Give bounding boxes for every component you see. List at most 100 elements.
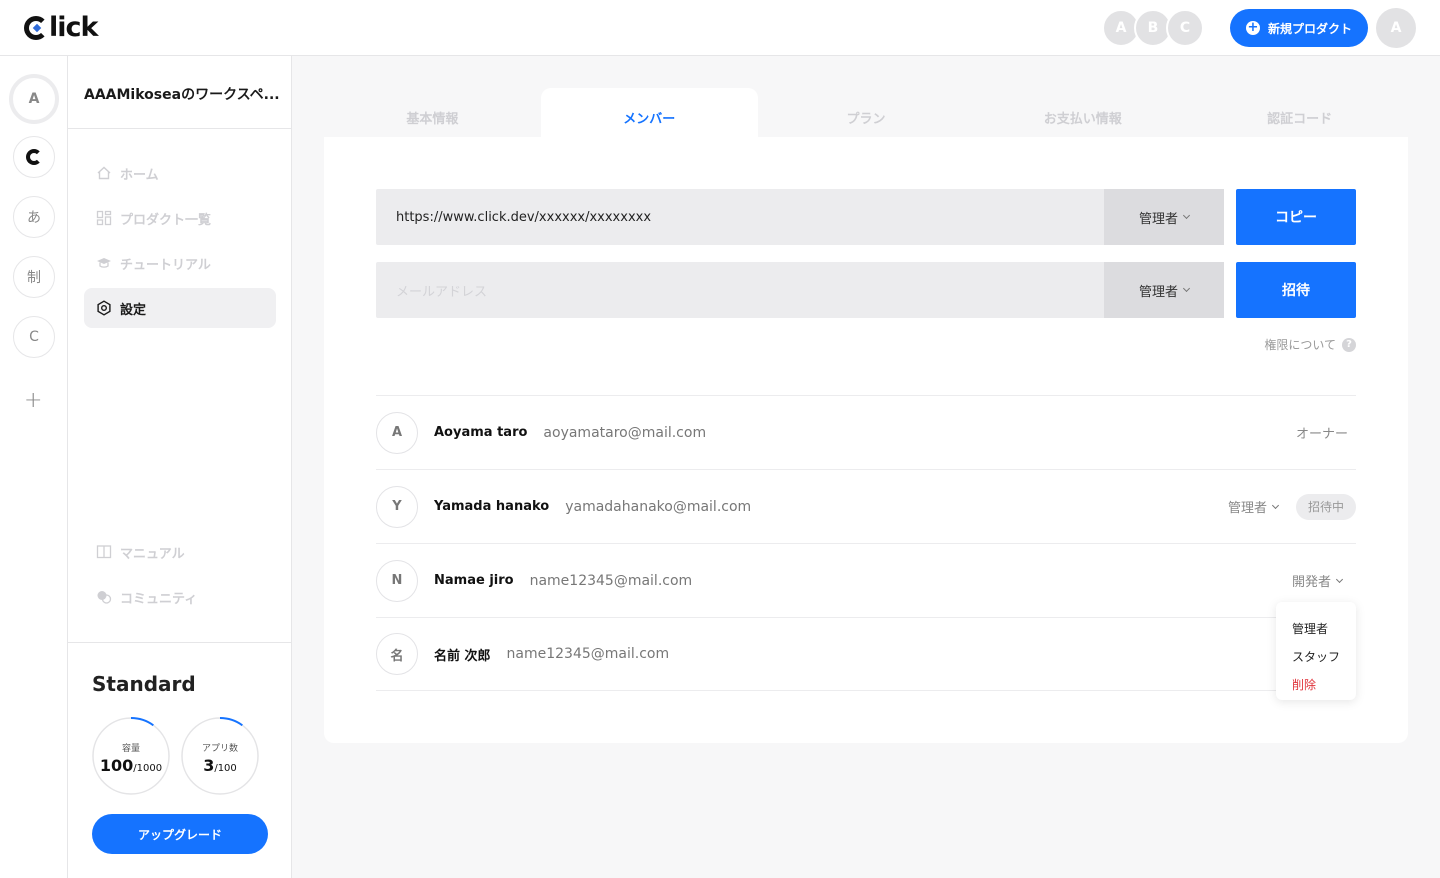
graduation-cap-icon	[96, 255, 112, 271]
member-row: Y Yamada hanako yamadahanako@mail.com 管理…	[376, 469, 1356, 543]
member-name: Yamada hanako	[434, 499, 550, 514]
tab-payment[interactable]: お支払い情報	[974, 88, 1191, 138]
chevron-down-icon	[1182, 284, 1191, 293]
nav-item-tutorial[interactable]: チュートリアル	[84, 243, 276, 283]
presence-avatar: C	[1166, 9, 1204, 47]
new-product-button[interactable]: + 新規プロダクト	[1230, 9, 1368, 47]
workspace-switch-a-hiragana[interactable]: あ	[13, 196, 55, 238]
nav-label: 設定	[120, 302, 147, 318]
email-role-value: 管理者	[1138, 284, 1178, 300]
member-name: 名前 次郎	[434, 648, 491, 664]
nav-label: ホーム	[120, 167, 159, 183]
invite-button[interactable]: 招待	[1236, 262, 1356, 318]
tab-basic-info[interactable]: 基本情報	[324, 88, 541, 138]
chevron-down-icon	[1271, 501, 1280, 509]
email-input[interactable]: メールアドレス	[376, 281, 1104, 300]
apps-value: 3/100	[180, 756, 260, 775]
email-invite-field: メールアドレス 管理者	[376, 262, 1224, 318]
menu-item-delete[interactable]: 削除	[1276, 670, 1356, 698]
storage-max: /1000	[133, 763, 163, 774]
grid-icon	[96, 210, 112, 226]
logo-text: lick	[49, 12, 98, 43]
tab-members[interactable]: メンバー	[540, 88, 758, 138]
member-email: name12345@mail.com	[506, 646, 670, 662]
nav-item-products[interactable]: プロダクト一覧	[84, 198, 276, 238]
workspace-switch-click[interactable]	[13, 136, 55, 178]
permissions-link[interactable]: 権限について ?	[1264, 336, 1356, 353]
member-avatar: Y	[376, 485, 418, 528]
divider	[68, 642, 292, 643]
apps-max: /100	[214, 763, 237, 774]
nav-item-home[interactable]: ホーム	[84, 153, 276, 193]
member-role-label: 管理者	[1227, 501, 1267, 516]
tab-plan[interactable]: プラン	[758, 88, 975, 138]
nav-item-settings[interactable]: 設定	[84, 288, 276, 328]
menu-item-admin[interactable]: 管理者	[1276, 614, 1356, 642]
storage-label: 容量	[121, 744, 140, 754]
storage-gauge-arc	[130, 717, 154, 727]
workspace-switch-sei[interactable]: 制	[13, 256, 55, 298]
upgrade-button[interactable]: アップグレード	[92, 814, 268, 854]
member-role-select[interactable]: 開発者	[1291, 571, 1344, 590]
member-row: A Aoyama taro aoyamataro@mail.com オーナー	[376, 395, 1356, 469]
apps-gauge: アプリ数 3/100	[180, 716, 260, 796]
email-role-select[interactable]: 管理者	[1104, 262, 1224, 318]
member-name: Aoyama taro	[434, 425, 528, 440]
nav-label: コミュニティ	[120, 591, 198, 607]
member-name: Namae jiro	[434, 573, 514, 588]
permissions-link-label: 権限について	[1264, 338, 1336, 352]
chevron-down-icon	[1335, 575, 1344, 583]
apps-label: アプリ数	[201, 744, 238, 754]
member-row: 名 名前 次郎 name12345@mail.com	[376, 617, 1356, 691]
settings-tabs: 基本情報 メンバー プラン お支払い情報 認証コード	[324, 88, 1408, 138]
gear-icon	[96, 300, 112, 316]
apps-gauge-arc	[219, 717, 243, 727]
member-role-label: 開発者	[1291, 575, 1331, 590]
member-role-select[interactable]: 管理者	[1227, 497, 1280, 516]
plus-circle-icon: +	[1245, 20, 1260, 35]
menu-item-staff[interactable]: スタッフ	[1276, 642, 1356, 670]
link-role-value: 管理者	[1138, 211, 1178, 227]
nav-item-manual[interactable]: マニュアル	[84, 532, 276, 572]
member-avatar: 名	[376, 633, 418, 675]
online-users: A B C	[1102, 9, 1204, 47]
tab-auth-code[interactable]: 認証コード	[1191, 88, 1408, 138]
link-role-select[interactable]: 管理者	[1104, 189, 1224, 245]
workspace-rail: A あ 制 C +	[0, 56, 68, 878]
member-avatar: N	[376, 559, 418, 602]
pending-invite-badge: 招待中	[1296, 493, 1356, 520]
storage-used: 100	[99, 756, 134, 775]
role-dropdown-menu: 管理者 スタッフ 削除	[1276, 602, 1356, 700]
add-workspace-icon[interactable]: +	[24, 388, 42, 413]
nav-item-community[interactable]: コミュニティ	[84, 577, 276, 617]
invite-link-url[interactable]: https://www.click.dev/xxxxxx/xxxxxxxx	[376, 210, 1104, 225]
workspace-switch-a[interactable]: A	[9, 74, 59, 124]
workspace-switch-c[interactable]: C	[13, 316, 55, 358]
chevron-down-icon	[1182, 211, 1191, 220]
click-logo[interactable]: lick	[24, 12, 98, 43]
invite-link-field: https://www.click.dev/xxxxxx/xxxxxxxx 管理…	[376, 189, 1224, 245]
help-icon: ?	[1342, 337, 1356, 352]
nav-label: マニュアル	[120, 546, 185, 562]
members-panel: https://www.click.dev/xxxxxx/xxxxxxxx 管理…	[324, 137, 1408, 743]
logo-mark-icon	[24, 15, 48, 40]
workspace-title[interactable]: AAAMikoseaのワークスペ...	[84, 84, 280, 104]
member-row: N Namae jiro name12345@mail.com 開発者	[376, 543, 1356, 617]
member-email: aoyamataro@mail.com	[543, 424, 707, 441]
divider	[68, 128, 292, 129]
new-product-label: 新規プロダクト	[1267, 21, 1352, 36]
member-role-label: オーナー	[1295, 427, 1348, 442]
copy-button[interactable]: コピー	[1236, 189, 1356, 245]
user-avatar[interactable]: A	[1376, 8, 1416, 48]
member-role: オーナー	[1296, 423, 1348, 442]
storage-gauge: 容量 100/1000	[91, 716, 171, 796]
apps-used: 3	[203, 756, 215, 775]
click-logo-icon	[26, 149, 42, 165]
top-bar: lick A B C + 新規プロダクト A	[0, 0, 1440, 56]
member-email: name12345@mail.com	[529, 572, 693, 589]
member-list: A Aoyama taro aoyamataro@mail.com オーナー Y…	[376, 395, 1356, 691]
nav-label: プロダクト一覧	[120, 212, 212, 228]
home-icon	[96, 165, 112, 181]
storage-value: 100/1000	[91, 756, 171, 775]
side-navigation: AAAMikoseaのワークスペ... ホーム プロダクト一覧 チュートリアル …	[68, 56, 292, 878]
